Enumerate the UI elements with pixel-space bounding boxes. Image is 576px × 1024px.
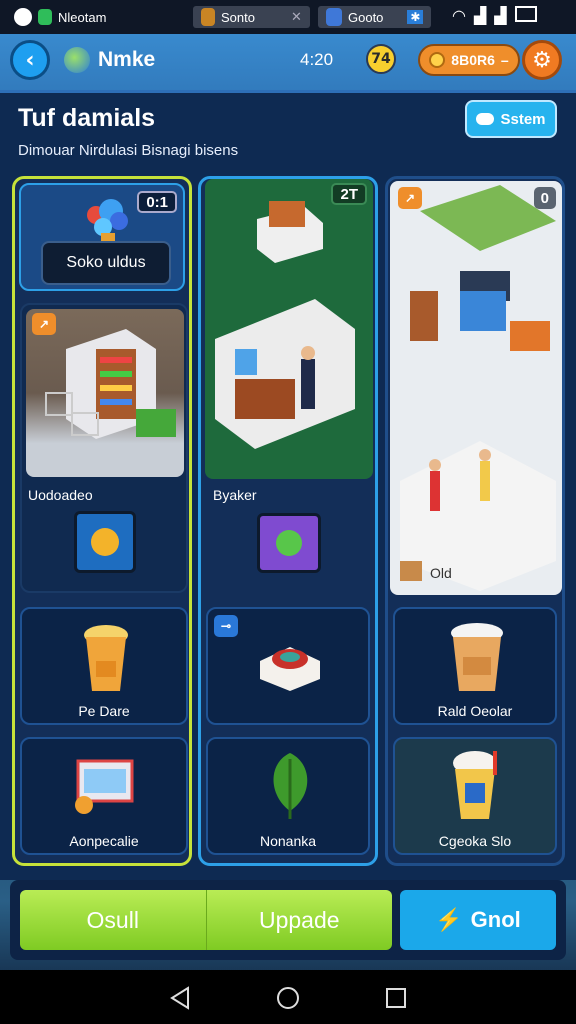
column-1-main-card[interactable]: ↗ Uodoadeo xyxy=(20,303,188,593)
column-1-card-1-label: Pe Dare xyxy=(78,703,130,719)
column-1-card-2-label: Aonpecalie xyxy=(69,833,139,849)
close-icon: ✕ xyxy=(290,9,302,24)
back-button[interactable]: ‹ xyxy=(10,40,50,80)
goal-button[interactable]: ⚡ Gnol xyxy=(400,890,556,950)
key-icon: ⊸ xyxy=(214,615,239,637)
status-right: Gooto ✱ xyxy=(318,6,432,28)
status-mid: Sonto ✕ xyxy=(193,6,310,28)
status-mid-label: Sonto xyxy=(221,9,255,25)
column-1-main-label: Uodoadeo xyxy=(28,487,93,503)
settings-button[interactable]: ⚙ xyxy=(522,40,562,80)
column-1-card-2[interactable]: Aonpecalie xyxy=(20,737,188,855)
status-left-label: Nleotam xyxy=(58,9,107,25)
shield-icon xyxy=(326,8,342,26)
nav-home-icon[interactable] xyxy=(276,986,300,1010)
leaf-icon xyxy=(273,753,308,819)
coin-badge[interactable]: 74 xyxy=(366,44,396,74)
coin-icon xyxy=(91,528,119,556)
app-icon xyxy=(38,9,52,25)
leaf-coin-icon xyxy=(276,530,302,556)
notification-icon xyxy=(14,8,32,26)
trend-icon: ↗ xyxy=(32,313,57,335)
battery-icon xyxy=(514,6,537,22)
store-scene-image: ↗ xyxy=(26,309,184,477)
top-bar: ‹ Nmke 4:20 74 8B0R6 – ⚙ xyxy=(10,36,566,84)
system-icons: ◠ ▟ ▟ xyxy=(452,6,537,26)
signal2-icon: ▟ xyxy=(494,8,507,25)
ice-cream-cup-icon xyxy=(453,751,497,819)
android-nav-bar xyxy=(0,970,576,1024)
balloons-icon xyxy=(87,199,128,245)
bluetooth-icon: ✱ xyxy=(407,10,424,24)
status-right-label: Gooto xyxy=(348,9,384,25)
nav-recents-icon[interactable] xyxy=(384,986,408,1010)
column-2-card-2[interactable]: Nonanka xyxy=(206,737,370,855)
column-2-main-label: Byaker xyxy=(213,487,257,503)
currency-label: 8B0R6 xyxy=(451,52,495,68)
column-2-card-1[interactable]: ⊸ xyxy=(206,607,370,725)
page-subtitle: Dimouar Nirdulasi Bisnagi bisens xyxy=(18,142,239,159)
column-3: ↗ 0 Old Rald Oeolar Cgeoka Slo xyxy=(385,176,565,866)
chevron-left-icon: ‹ xyxy=(25,47,35,73)
sushi-platter-icon xyxy=(260,647,320,691)
mall-map-icon xyxy=(400,185,556,591)
nav-back-icon[interactable] xyxy=(168,986,192,1010)
upgrade-button[interactable]: Uppade xyxy=(207,890,393,950)
column-3-main-label: Old xyxy=(430,565,452,581)
column-3-scene[interactable]: ↗ 0 Old xyxy=(390,181,562,595)
cloud-icon xyxy=(476,113,495,125)
status-left: Nleotam xyxy=(14,8,106,26)
iced-coffee-icon xyxy=(84,625,128,691)
column-3-card-1[interactable]: Rald Oeolar xyxy=(393,607,557,725)
status-button-label: Sstem xyxy=(500,110,546,128)
signal-icon: ▟ xyxy=(473,8,487,25)
column-3-card-2-label: Cgeoka Slo xyxy=(438,833,512,849)
tablet-icon xyxy=(257,513,321,573)
column-3-card-2[interactable]: Cgeoka Slo xyxy=(393,737,557,855)
sell-upgrade-group: Osull Uppade xyxy=(20,890,392,950)
column-1: 0:1 Soko uldus ↗ Uodoadeo Pe Dare Aonpec… xyxy=(12,176,192,866)
sell-button[interactable]: Osull xyxy=(20,890,206,950)
column-2-card-2-label: Nonanka xyxy=(259,833,317,849)
coin-icon xyxy=(429,52,446,68)
column-1-badge: 0:1 xyxy=(137,191,177,213)
trend-icon: ↗ xyxy=(398,187,423,209)
status-bar: Nleotam Sonto ✕ Gooto ✱ ◠ ▟ ▟ xyxy=(0,0,576,34)
gear-icon: ⚙ xyxy=(532,47,552,73)
app-name: Nmke xyxy=(98,48,156,71)
column-1-top-label: Soko uldus xyxy=(41,241,171,285)
column-3-badge: 0 xyxy=(533,187,556,209)
shop-counter-icon xyxy=(215,201,355,449)
column-1-card-1[interactable]: Pe Dare xyxy=(20,607,188,725)
goal-button-label: Gnol xyxy=(470,907,521,932)
app-avatar xyxy=(64,47,90,73)
minus-icon: – xyxy=(500,52,509,68)
status-button[interactable]: Sstem xyxy=(465,100,557,138)
wifi-icon: ◠ xyxy=(452,8,466,25)
lightning-icon: ⚡ xyxy=(435,907,463,932)
column-2: 2T Byaker ⊸ Nonanka xyxy=(198,176,378,866)
currency-display[interactable]: 8B0R6 – xyxy=(418,44,520,76)
game-time: 4:20 xyxy=(300,50,334,69)
battery-saver-icon xyxy=(201,8,215,26)
game-screen: Nleotam Sonto ✕ Gooto ✱ ◠ ▟ ▟ ‹ Nmke 4:2… xyxy=(0,0,576,1024)
page-title: Tuf damials xyxy=(18,104,156,132)
column-2-scene[interactable]: 2T xyxy=(205,179,373,479)
tablet-icon xyxy=(74,511,136,573)
register-icon xyxy=(75,759,134,814)
coffee-cup-icon xyxy=(451,623,503,691)
column-1-top-card[interactable]: 0:1 Soko uldus xyxy=(19,183,185,291)
column-2-badge: 2T xyxy=(331,183,367,205)
column-3-card-1-label: Rald Oeolar xyxy=(437,703,513,719)
